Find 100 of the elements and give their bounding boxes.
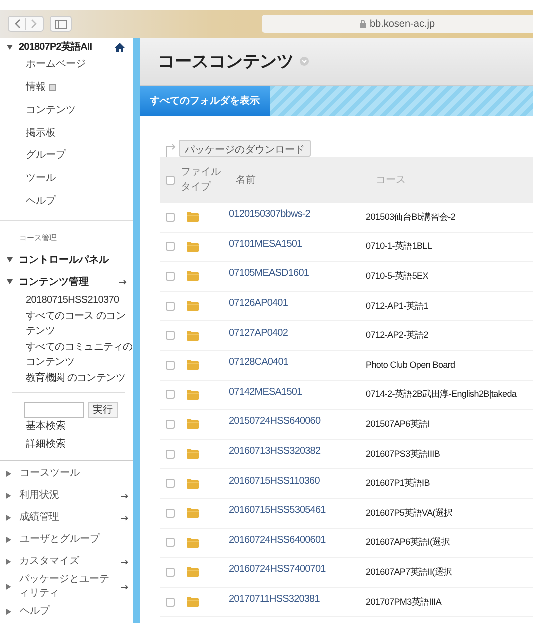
row-checkbox[interactable] (166, 420, 175, 429)
expanded-triangle-icon[interactable] (7, 279, 13, 286)
search-link[interactable]: 詳細検索 (0, 436, 133, 454)
folder-icon (187, 301, 199, 312)
row-checkbox[interactable] (166, 390, 175, 400)
course-menu-link[interactable]: グループ (26, 148, 66, 162)
course-menu-link[interactable]: 掲示板 (26, 126, 56, 140)
course-title[interactable]: 201807P2英語AII (19, 40, 92, 54)
row-checkbox[interactable] (166, 450, 175, 459)
content-name-link[interactable]: 20170711HSS320381 (229, 594, 366, 606)
course-cell: 201607AP6英語I(選択 (366, 536, 450, 550)
row-checkbox[interactable] (166, 242, 175, 252)
content-name-link[interactable]: 07127AP0402 (229, 328, 366, 339)
search-field[interactable] (24, 402, 84, 418)
content-name-link[interactable]: 20160715HSS110360 (229, 476, 366, 487)
address-bar[interactable]: bb.kosen-ac.jp (262, 15, 533, 33)
folder-icon (187, 449, 199, 460)
panel-heading[interactable]: コンテンツ管理 (19, 275, 89, 290)
row-checkbox[interactable] (166, 212, 175, 222)
search-link[interactable]: 基本検索 (0, 418, 133, 436)
content-name-link[interactable]: 0120150307bbws-2 (229, 209, 366, 220)
row-checkbox[interactable] (166, 538, 175, 548)
collapsed-triangle-icon[interactable] (6, 537, 12, 544)
row-checkbox[interactable] (166, 360, 175, 370)
folder-icon (187, 390, 199, 400)
options-chevron-icon[interactable] (300, 57, 309, 66)
content-link[interactable]: すべてのコース のコンテンツ (0, 308, 133, 340)
course-cell: 0710-1-英語1BLL (366, 240, 432, 254)
collapsed-triangle-icon[interactable] (6, 559, 12, 566)
course-cell: 0712-AP1-英語1 (366, 300, 428, 313)
course-menu-link[interactable]: コンテンツ (26, 102, 76, 117)
row-checkbox[interactable] (166, 272, 175, 281)
content-link[interactable]: 20180715HSS210370 (0, 293, 133, 309)
collapsed-triangle-icon[interactable] (6, 493, 12, 500)
folder-icon (187, 538, 199, 548)
course-cell: 201607AP7英語II(選択 (366, 566, 452, 579)
course-menu-link[interactable]: ツール (26, 170, 56, 185)
go-button[interactable]: 実行 (88, 402, 118, 418)
collapsed-triangle-icon[interactable] (6, 609, 12, 616)
tool-menu-item[interactable]: カスタマイズ (20, 555, 114, 570)
row-checkbox[interactable] (166, 302, 175, 311)
course-cell: 201507AP6英語I (366, 418, 430, 431)
content-name-link[interactable]: 20150724HSS640060 (229, 416, 366, 428)
content-name-link[interactable]: 07128CA0401 (229, 357, 366, 368)
row-checkbox[interactable] (166, 598, 175, 607)
arrow-icon[interactable] (121, 494, 129, 499)
collapsed-triangle-icon[interactable] (6, 515, 12, 522)
arrow-icon[interactable] (121, 584, 129, 590)
back-forward-buttons[interactable] (8, 16, 44, 32)
tool-menu-item[interactable]: パッケージとユーティリティ (20, 573, 114, 602)
course-menu-link[interactable]: ヘルプ (26, 194, 56, 208)
bent-arrow-icon (165, 143, 177, 157)
column-header[interactable]: ファイルタイプ (181, 165, 222, 195)
sidebar-toggle-icon[interactable] (50, 16, 72, 32)
row-checkbox[interactable] (166, 568, 175, 577)
lock-icon (360, 20, 366, 28)
folder-icon (187, 419, 199, 430)
row-checkbox[interactable] (166, 508, 175, 518)
tool-menu-item[interactable]: ヘルプ (20, 605, 118, 620)
row-checkbox[interactable] (166, 331, 175, 340)
page-title: コースコンテンツ (158, 51, 294, 73)
select-all-checkbox[interactable] (166, 176, 175, 184)
course-cell: 0712-AP2-英語2 (366, 329, 428, 342)
collapsed-triangle-icon[interactable] (6, 584, 12, 590)
folder-icon (187, 478, 199, 489)
content-name-link[interactable]: 20160724HSS6400601 (229, 534, 366, 546)
tool-menu-item[interactable]: 利用状況 (20, 489, 114, 504)
arrow-icon[interactable] (121, 560, 129, 565)
home-icon[interactable] (115, 42, 125, 52)
content-name-link[interactable]: 07126AP0401 (229, 298, 366, 310)
course-cell: 201503仙台Bb講習会-2 (366, 210, 456, 224)
content-name-link[interactable]: 20160713HSS320382 (229, 446, 366, 458)
download-package-button[interactable]: パッケージのダウンロード (179, 140, 311, 157)
course-menu-link[interactable]: ホームページ (26, 57, 86, 72)
folder-icon (187, 242, 199, 252)
panel-heading[interactable]: コントロールパネル (19, 253, 109, 268)
content-name-link[interactable]: 20160724HSS7400701 (229, 564, 366, 576)
tool-menu-item[interactable]: コースツール (20, 467, 118, 482)
collapsed-triangle-icon[interactable] (6, 471, 12, 478)
course-cell: 0710-5-英語5EX (366, 270, 428, 283)
content-link[interactable]: 教育機関 のコンテンツ (0, 370, 133, 386)
course-menu-link[interactable]: 情報 (26, 80, 46, 94)
folder-icon (187, 330, 199, 341)
tool-menu-item[interactable]: ユーザとグループ (20, 533, 118, 548)
column-header[interactable]: 名前 (236, 173, 376, 187)
content-name-link[interactable]: 20160715HSS5305461 (229, 505, 366, 516)
content-name-link[interactable]: 07105MEASD1601 (229, 268, 366, 280)
url-text: bb.kosen-ac.jp (370, 18, 436, 30)
course-cell: 201607PS3英語IIIB (366, 448, 440, 461)
folder-icon (187, 212, 199, 222)
arrow-icon[interactable] (121, 516, 129, 521)
expanded-triangle-icon (7, 44, 13, 50)
arrow-icon[interactable] (119, 280, 127, 285)
content-link[interactable]: すべてのコミュニティのコンテンツ (0, 340, 133, 371)
tool-menu-item[interactable]: 成績管理 (20, 511, 114, 526)
content-name-link[interactable]: 07142MESA1501 (229, 386, 366, 398)
row-checkbox[interactable] (166, 479, 175, 488)
content-name-link[interactable]: 07101MESA1501 (229, 238, 366, 250)
course-cell: Photo Club Open Board (366, 360, 456, 370)
expanded-triangle-icon[interactable] (7, 257, 13, 264)
